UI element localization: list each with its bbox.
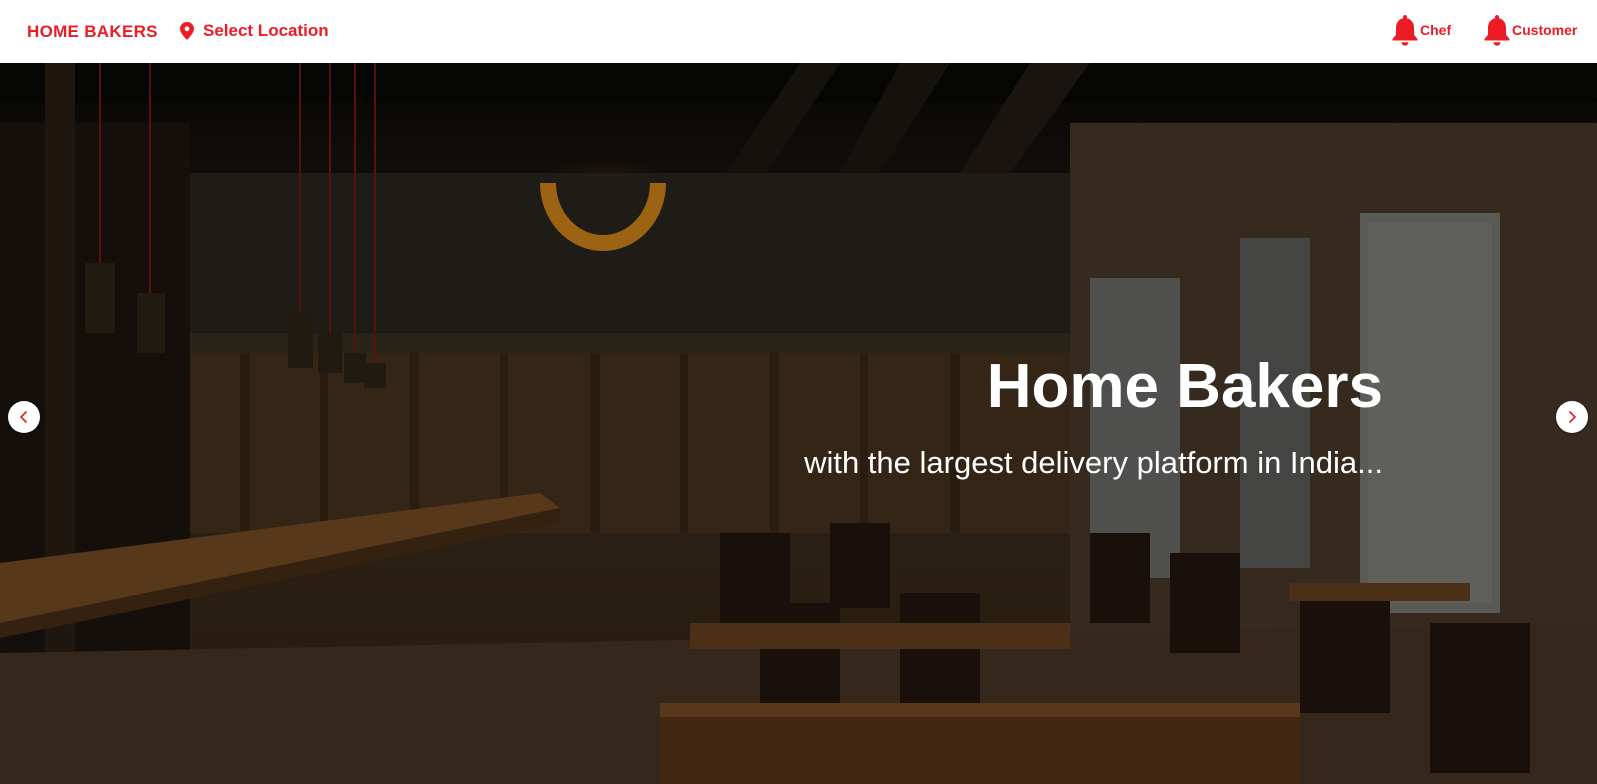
- nav-link-customer-label: Customer: [1512, 22, 1578, 38]
- nav-link-chef[interactable]: Chef: [1390, 13, 1451, 47]
- hero-title: Home Bakers: [986, 352, 1383, 421]
- select-location-button[interactable]: Select Location: [180, 19, 329, 43]
- select-location-label: Select Location: [203, 21, 329, 40]
- carousel-prev-button[interactable]: [8, 401, 40, 433]
- chevron-right-icon: [1568, 410, 1577, 424]
- top-navbar: HOME BAKERS Select Location Chef Custome…: [0, 0, 1597, 63]
- map-pin-icon: [180, 22, 194, 40]
- hero-carousel: Home Bakers with the largest delivery pl…: [0, 63, 1597, 784]
- nav-link-customer[interactable]: Customer: [1482, 13, 1577, 47]
- bell-icon: [1484, 15, 1510, 46]
- carousel-next-button[interactable]: [1556, 401, 1588, 433]
- brand-logo[interactable]: HOME BAKERS: [27, 22, 158, 42]
- hero-dim-overlay: [0, 63, 1597, 784]
- hero-subtitle: with the largest delivery platform in In…: [804, 445, 1383, 480]
- nav-link-chef-label: Chef: [1420, 22, 1452, 38]
- bell-icon: [1392, 15, 1418, 46]
- chevron-left-icon: [19, 410, 28, 424]
